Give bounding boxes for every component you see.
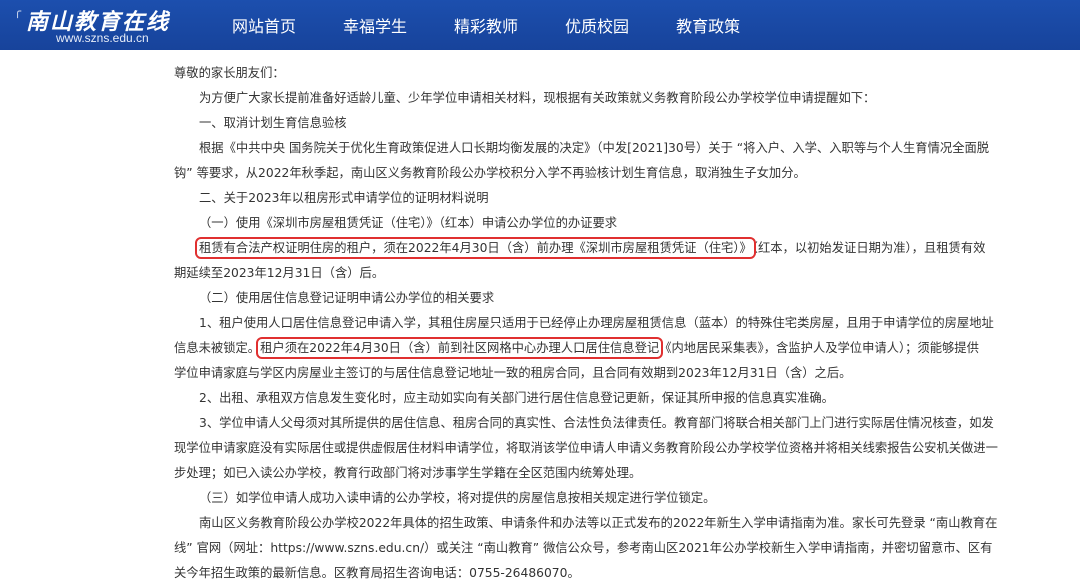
highlight-box-rental-certificate: 租赁有合法产权证明住房的租户，须在2022年4月30日（含）前办理《深圳市房屋租… bbox=[195, 237, 756, 259]
nav-item-home[interactable]: 网站首页 bbox=[232, 13, 296, 37]
section-2-subtitle-3: （三）如学位申请人成功入读申请的公办学校，将对提供的房屋信息按相关规定进行学位锁… bbox=[199, 491, 716, 505]
paragraph-text: （红本，以初始发证日期为准），且租赁有效 bbox=[751, 241, 986, 255]
section-2-paragraph-4-line-2: 现学位申请家庭没有实际居住或提供虚假居住材料申请学位，将取消该学位申请人申请义务… bbox=[174, 441, 998, 455]
main-nav: 网站首页 幸福学生 精彩教师 优质校园 教育政策 bbox=[232, 0, 787, 50]
section-1-paragraph-line-1: 根据《中共中央 国务院关于优化生育政策促进人口长期均衡发展的决定》（中发[202… bbox=[199, 141, 990, 155]
section-2-paragraph-1-line-2: 期延续至2023年12月31日（含）后。 bbox=[174, 266, 385, 280]
section-1-title: 一、取消计划生育信息验核 bbox=[199, 116, 347, 130]
section-2-paragraph-2-line-1: 1、租户使用人口居住信息登记申请入学，其租住房屋只适用于已经停止办理房屋租赁信息… bbox=[199, 316, 994, 330]
article-greeting: 尊敬的家长朋友们： bbox=[174, 66, 285, 80]
nav-item-students[interactable]: 幸福学生 bbox=[343, 13, 407, 37]
section-3-paragraph-line-1: 南山区义务教育阶段公办学校2022年具体的招生政策、申请条件和办法等以正式发布的… bbox=[199, 516, 998, 530]
section-2-paragraph-2-line-3: 学位申请家庭与学区内房屋业主签订的与居住信息登记地址一致的租房合同，且合同有效期… bbox=[174, 366, 852, 380]
nav-item-policy[interactable]: 教育政策 bbox=[676, 13, 740, 37]
section-2-paragraph-3: 2、出租、承租双方信息发生变化时，应主动如实向有关部门进行居住信息登记更新，保证… bbox=[199, 391, 834, 405]
section-2-paragraph-4-line-3: 步处理；如已入读公办学校，教育行政部门将对涉事学生学籍在全区范围内统筹处理。 bbox=[174, 466, 642, 480]
site-header: ╭ 南山教育在线 www.szns.edu.cn 网站首页 幸福学生 精彩教师 … bbox=[0, 0, 1080, 50]
section-3-paragraph-line-2: 线” 官网（网址：https://www.szns.edu.cn/）或关注 “南… bbox=[174, 541, 993, 555]
section-2-subtitle-2: （二）使用居住信息登记证明申请公办学位的相关要求 bbox=[199, 291, 495, 305]
highlight-box-residence-registration: 租户须在2022年4月30日（含）前到社区网格中心办理人口居住信息登记 bbox=[256, 337, 664, 359]
section-2-paragraph-1-line-1: 租赁有合法产权证明住房的租户，须在2022年4月30日（含）前办理《深圳市房屋租… bbox=[174, 236, 985, 261]
article-intro: 为方便广大家长提前准备好适龄儿童、少年学位申请相关材料，现根据有关政策就义务教育… bbox=[199, 91, 876, 105]
article-body: 尊敬的家长朋友们： 为方便广大家长提前准备好适龄儿童、少年学位申请相关材料，现根… bbox=[174, 61, 998, 586]
section-2-title: 二、关于2023年以租房形式申请学位的证明材料说明 bbox=[199, 191, 489, 205]
paragraph-text: 《内地居民采集表》，含监护人及学位申请人）；须能够提供 bbox=[659, 341, 979, 355]
section-2-subtitle-1: （一）使用《深圳市房屋租赁凭证（住宅）》（红本）申请公办学位的办证要求 bbox=[199, 216, 618, 230]
section-1-paragraph-line-2: 钩” 等要求，从2022年秋季起，南山区义务教育阶段公办学校积分入学不再验核计划… bbox=[174, 166, 806, 180]
nav-item-schools[interactable]: 优质校园 bbox=[565, 13, 629, 37]
logo-mark-icon: ╭ bbox=[14, 4, 22, 18]
paragraph-text: 信息未被锁定。 bbox=[174, 341, 261, 355]
nav-item-teachers[interactable]: 精彩教师 bbox=[454, 13, 518, 37]
section-2-paragraph-2-line-2: 信息未被锁定。租户须在2022年4月30日（含）前到社区网格中心办理人口居住信息… bbox=[174, 336, 979, 361]
section-3-paragraph-line-3: 关今年招生政策的最新信息。区教育局招生咨询电话：0755-26486070。 bbox=[174, 566, 580, 580]
site-logo[interactable]: ╭ 南山教育在线 www.szns.edu.cn bbox=[14, 4, 204, 46]
logo-url: www.szns.edu.cn bbox=[56, 31, 149, 45]
section-2-paragraph-4-line-1: 3、学位申请人父母须对其所提供的居住信息、租房合同的真实性、合法性负法律责任。教… bbox=[199, 416, 994, 430]
